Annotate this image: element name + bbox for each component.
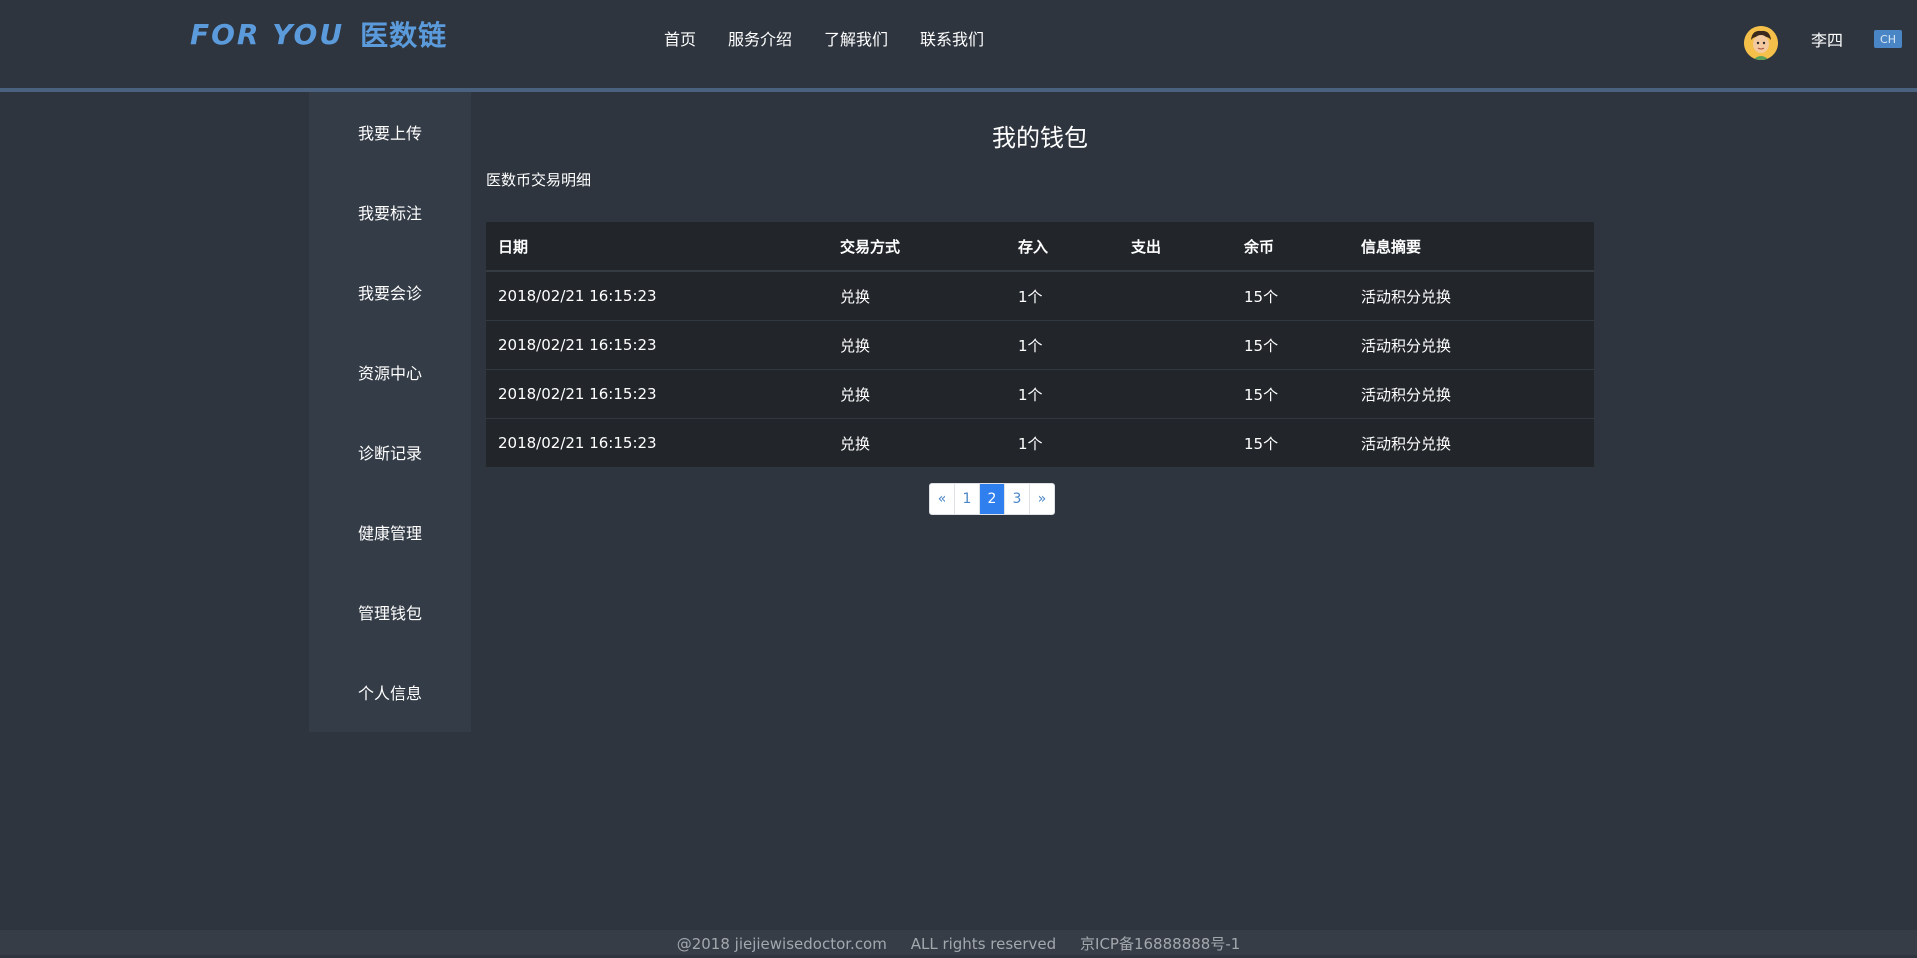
cell-method: 兑换 [828, 320, 1006, 370]
logo-text: FOR YOU [190, 17, 345, 51]
nav-item-contact[interactable]: 联系我们 [920, 26, 984, 50]
column-header-balance: 余币 [1232, 222, 1349, 272]
cell-deposit: 1个 [1006, 270, 1119, 321]
sidebar-item-annotate[interactable]: 我要标注 [309, 172, 471, 252]
cell-deposit: 1个 [1006, 320, 1119, 370]
pagination: « 1 2 3 » [929, 483, 1055, 515]
site-logo[interactable]: FOR YOU 医数链 [190, 14, 447, 54]
page-title: 我的钱包 [992, 124, 1088, 152]
username[interactable]: 李四 [1811, 27, 1843, 51]
cell-balance: 15个 [1232, 320, 1349, 370]
cell-method: 兑换 [828, 418, 1006, 467]
nav-item-home[interactable]: 首页 [664, 26, 696, 50]
footer-icp[interactable]: 京ICP备16888888号-1 [1080, 935, 1240, 953]
table-row: 2018/02/21 16:15:23 兑换 1个 15个 活动积分兑换 [486, 418, 1594, 467]
sidebar-item-health-management[interactable]: 健康管理 [309, 492, 471, 572]
pagination-page-2[interactable]: 2 [979, 484, 1004, 514]
transactions-table: 日期 交易方式 存入 支出 余币 信息摘要 2018/02/21 16:15:2… [486, 222, 1594, 467]
footer: @2018 jiejiewisedoctor.com ALL rights re… [0, 930, 1917, 955]
language-toggle-button[interactable]: CH [1874, 30, 1902, 48]
sidebar: 我要上传 我要标注 我要会诊 资源中心 诊断记录 健康管理 管理钱包 个人信息 [309, 92, 471, 732]
main-nav: 首页 服务介绍 了解我们 联系我们 [664, 26, 984, 50]
column-header-deposit: 存入 [1006, 222, 1119, 272]
footer-rights: ALL rights reserved [910, 935, 1057, 953]
column-header-summary: 信息摘要 [1349, 222, 1594, 272]
pagination-next-button[interactable]: » [1029, 484, 1054, 514]
cell-balance: 15个 [1232, 270, 1349, 321]
cell-balance: 15个 [1232, 418, 1349, 467]
column-header-date: 日期 [486, 222, 828, 272]
cell-expense [1119, 270, 1232, 321]
cell-expense [1119, 369, 1232, 419]
cell-summary: 活动积分兑换 [1349, 418, 1594, 467]
sidebar-item-diagnosis-records[interactable]: 诊断记录 [309, 412, 471, 492]
table-row: 2018/02/21 16:15:23 兑换 1个 15个 活动积分兑换 [486, 270, 1594, 321]
cell-deposit: 1个 [1006, 418, 1119, 467]
cell-expense [1119, 418, 1232, 467]
cell-summary: 活动积分兑换 [1349, 320, 1594, 370]
sidebar-item-upload[interactable]: 我要上传 [309, 92, 471, 172]
sidebar-item-wallet[interactable]: 管理钱包 [309, 572, 471, 652]
cell-date: 2018/02/21 16:15:23 [486, 369, 828, 419]
cell-date: 2018/02/21 16:15:23 [486, 270, 828, 321]
pagination-page-3[interactable]: 3 [1004, 484, 1029, 514]
sidebar-item-consultation[interactable]: 我要会诊 [309, 252, 471, 332]
cell-summary: 活动积分兑换 [1349, 369, 1594, 419]
cell-balance: 15个 [1232, 369, 1349, 419]
column-header-expense: 支出 [1119, 222, 1232, 272]
sidebar-item-profile[interactable]: 个人信息 [309, 652, 471, 732]
cell-expense [1119, 320, 1232, 370]
column-header-method: 交易方式 [828, 222, 1006, 272]
pagination-prev-button[interactable]: « [930, 484, 954, 514]
footer-copyright: @2018 jiejiewisedoctor.com [676, 935, 887, 953]
cell-date: 2018/02/21 16:15:23 [486, 418, 828, 467]
table-row: 2018/02/21 16:15:23 兑换 1个 15个 活动积分兑换 [486, 320, 1594, 370]
logo-chinese-text: 医数链 [360, 19, 448, 52]
section-title: 医数币交易明细 [486, 171, 592, 189]
cell-method: 兑换 [828, 369, 1006, 419]
cell-method: 兑换 [828, 270, 1006, 321]
user-avatar-icon[interactable] [1744, 26, 1778, 60]
top-header: FOR YOU 医数链 首页 服务介绍 了解我们 联系我们 李四 CH [0, 0, 1917, 92]
nav-item-about[interactable]: 了解我们 [824, 26, 888, 50]
sidebar-item-resources[interactable]: 资源中心 [309, 332, 471, 412]
pagination-page-1[interactable]: 1 [954, 484, 979, 514]
nav-item-services[interactable]: 服务介绍 [728, 26, 792, 50]
table-header-row: 日期 交易方式 存入 支出 余币 信息摘要 [486, 222, 1594, 272]
cell-summary: 活动积分兑换 [1349, 270, 1594, 321]
cell-deposit: 1个 [1006, 369, 1119, 419]
transactions-table-container: 日期 交易方式 存入 支出 余币 信息摘要 2018/02/21 16:15:2… [486, 222, 1594, 467]
table-row: 2018/02/21 16:15:23 兑换 1个 15个 活动积分兑换 [486, 369, 1594, 419]
cell-date: 2018/02/21 16:15:23 [486, 320, 828, 370]
